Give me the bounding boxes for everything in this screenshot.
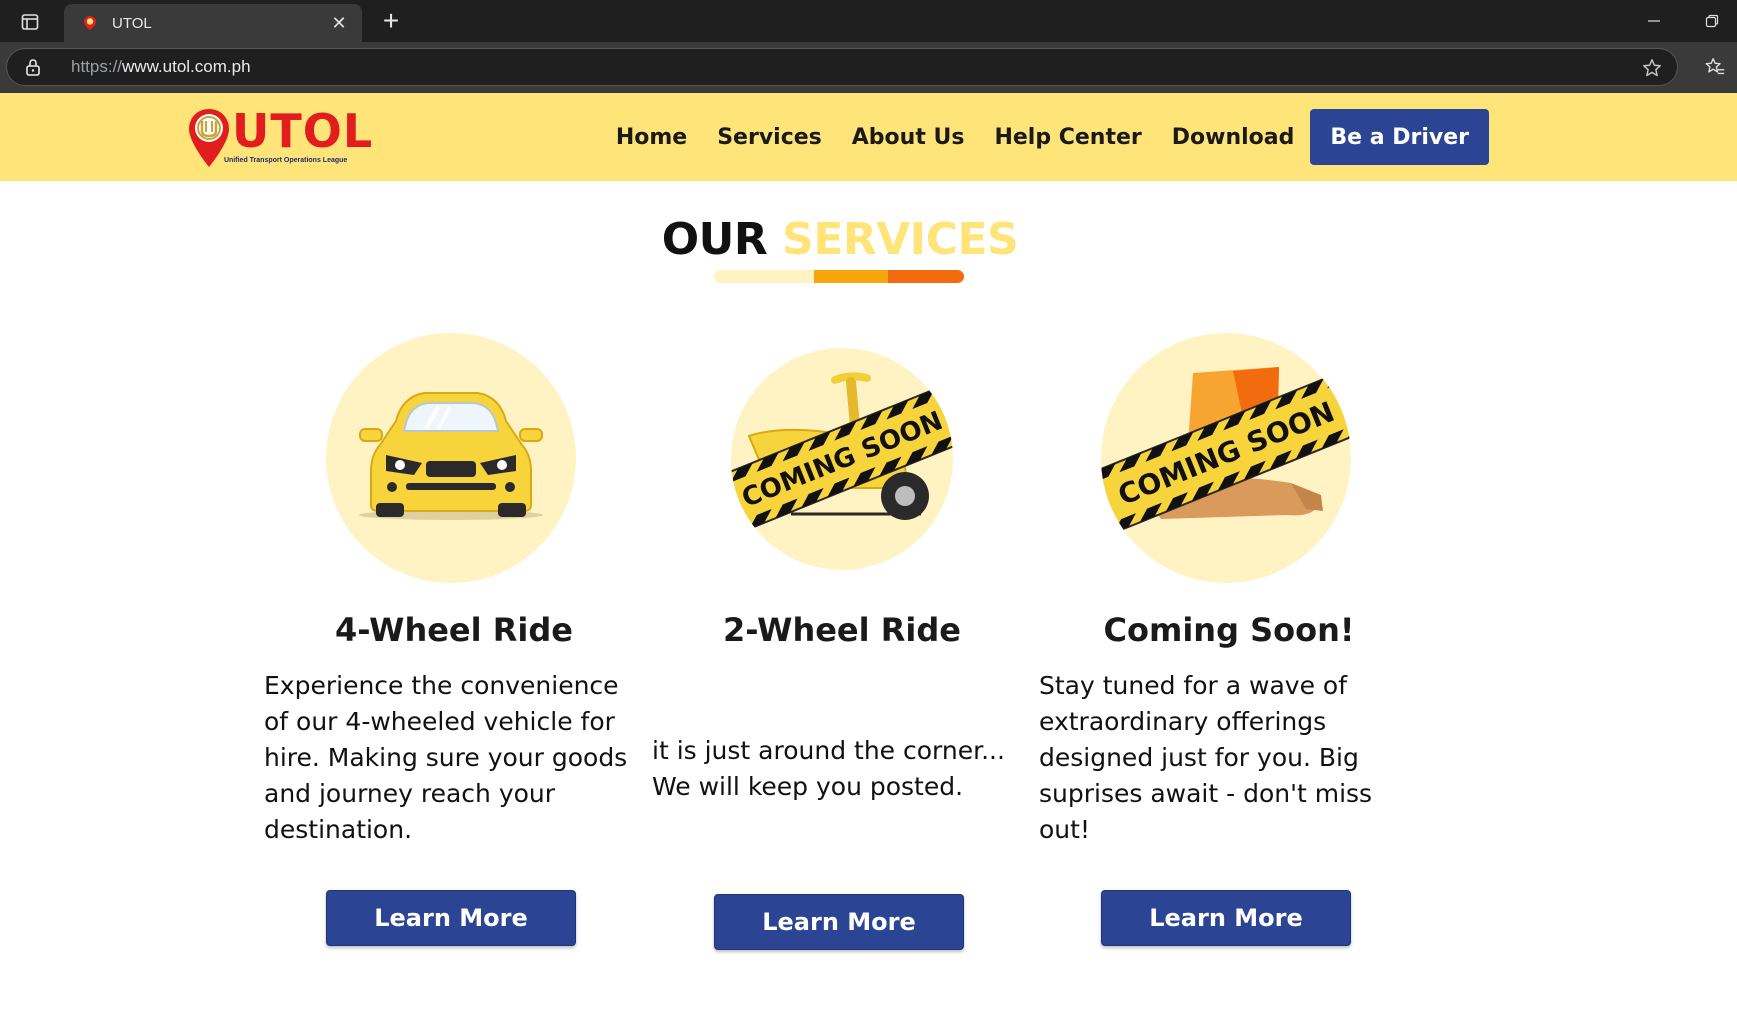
bookmark-star-icon[interactable]	[1641, 57, 1663, 84]
learn-more-button-coming-soon[interactable]: Learn More	[1101, 890, 1351, 946]
nav-about-us[interactable]: About Us	[852, 125, 965, 150]
title-bar-segment-dark	[888, 270, 964, 283]
nav-download[interactable]: Download	[1172, 125, 1295, 150]
logo-wordmark: UTOL	[232, 104, 374, 158]
url-text: https://www.utol.com.ph	[71, 57, 251, 76]
favorites-icon[interactable]	[1700, 52, 1730, 82]
delivery-box-icon: COMING SOON	[1101, 333, 1351, 583]
service-description: it is just around the corner... We will …	[652, 736, 1005, 801]
service-title: 2-Wheel Ride	[723, 611, 961, 649]
utol-logo[interactable]: UTOL Unified Transport Operations League	[186, 104, 372, 169]
section-title: OUR SERVICES	[0, 214, 1680, 265]
tab-actions-icon[interactable]	[12, 9, 48, 35]
be-a-driver-button[interactable]: Be a Driver	[1310, 109, 1489, 165]
minimize-icon[interactable]	[1634, 8, 1674, 34]
main-nav: Home Services About Us Help Center Downl…	[586, 93, 1489, 181]
logo-subtitle: Unified Transport Operations League	[224, 157, 348, 164]
title-underline-bar	[714, 270, 964, 283]
learn-more-button-2-wheel[interactable]: Learn More	[714, 894, 964, 950]
section-title-part2: SERVICES	[782, 214, 1019, 265]
service-description: Stay tuned for a wave of extraordinary o…	[1039, 671, 1373, 844]
scooter-icon: COMING SOON	[731, 348, 953, 570]
tab-title: UTOL	[112, 14, 152, 32]
browser-tab-active[interactable]: UTOL ✕	[64, 4, 362, 42]
restore-icon[interactable]	[1692, 8, 1732, 34]
lock-icon[interactable]	[25, 58, 59, 76]
service-title: 4-Wheel Ride	[335, 611, 573, 649]
nav-help-center[interactable]: Help Center	[994, 125, 1141, 150]
tab-close-icon[interactable]: ✕	[328, 12, 350, 34]
address-bar[interactable]: https://www.utol.com.ph	[6, 48, 1678, 86]
browser-tab-bar: UTOL ✕ +	[0, 0, 1737, 42]
title-bar-segment-light	[714, 270, 814, 283]
section-title-part1: OUR	[661, 214, 768, 265]
new-tab-icon[interactable]: +	[376, 5, 406, 36]
nav-services[interactable]: Services	[717, 125, 822, 150]
title-bar-segment-mid	[814, 270, 888, 283]
utol-favicon-icon	[84, 16, 96, 30]
site-header: UTOL Unified Transport Operations League…	[0, 93, 1737, 181]
service-title: Coming Soon!	[1103, 611, 1355, 649]
car-icon	[326, 333, 576, 583]
nav-home[interactable]: Home	[616, 125, 687, 150]
browser-toolbar: https://www.utol.com.ph	[0, 42, 1737, 93]
learn-more-button-4-wheel[interactable]: Learn More	[326, 890, 576, 946]
service-description: Experience the convenience of our 4-whee…	[264, 671, 628, 844]
